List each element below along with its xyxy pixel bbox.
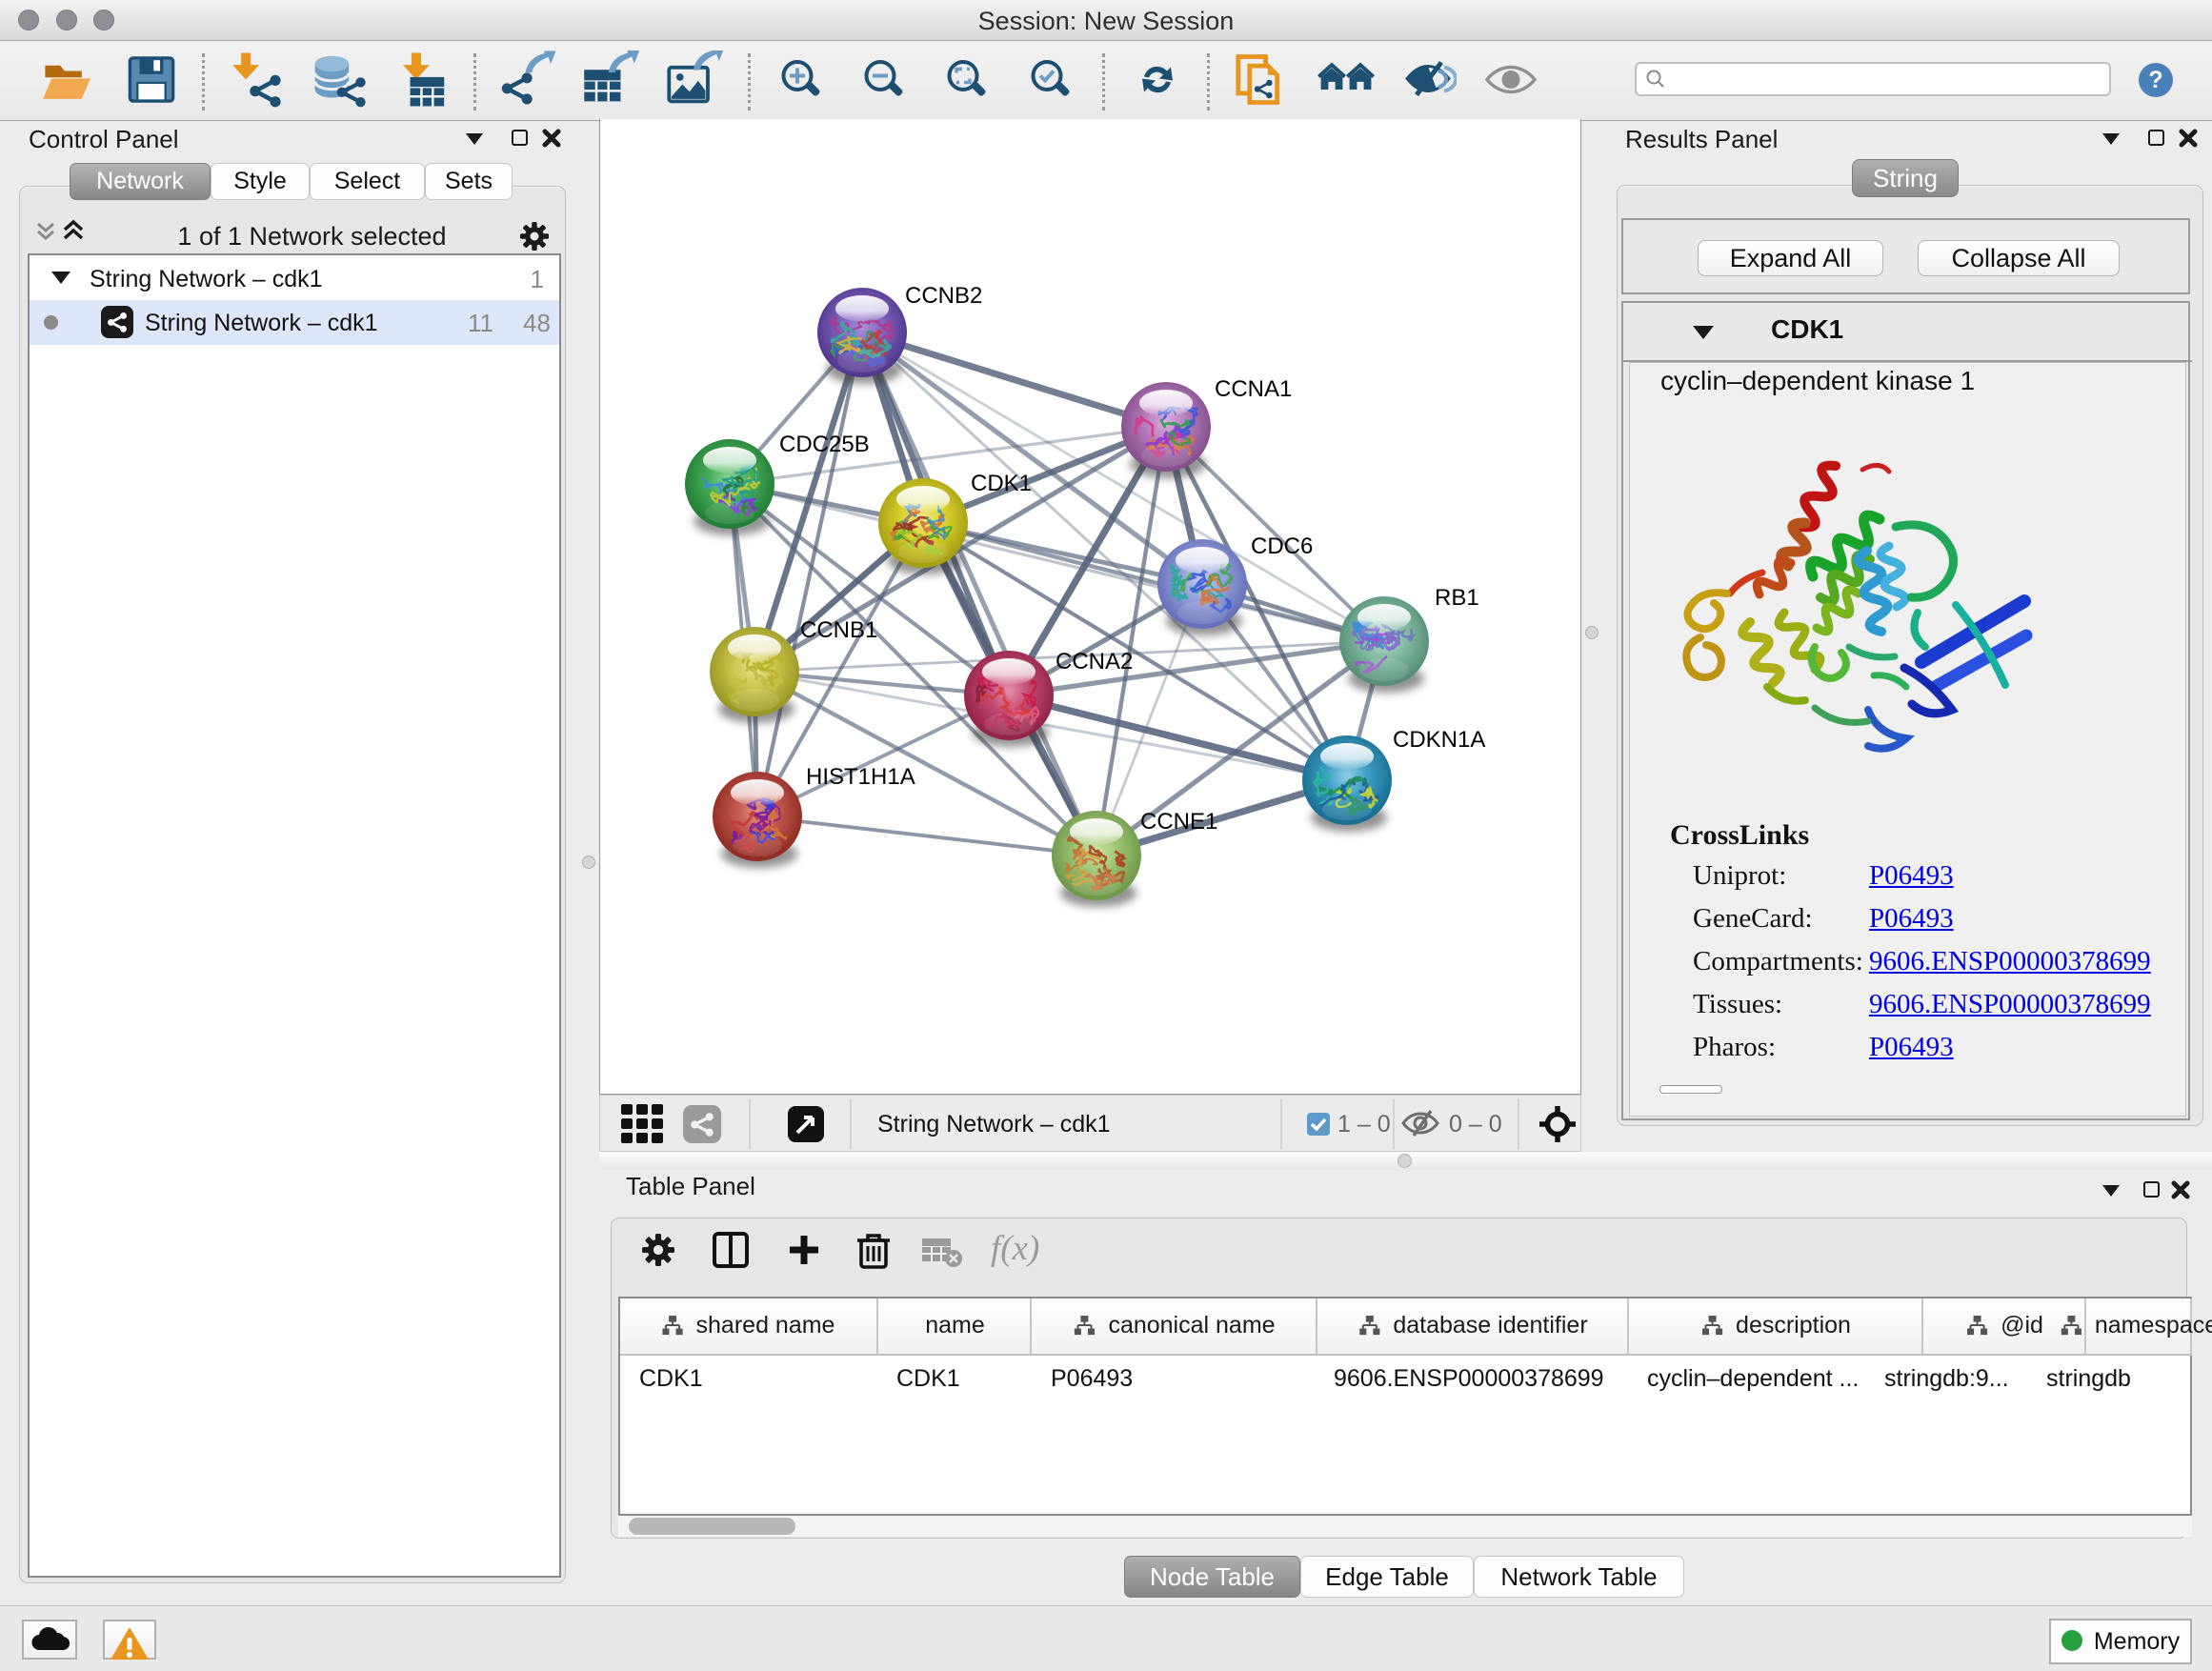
svg-text:CCNB1: CCNB1 [800,617,877,643]
svg-text:CDK1: CDK1 [971,471,1032,496]
svg-text:CDC25B: CDC25B [779,432,870,457]
svg-text:CCNE1: CCNE1 [1140,809,1217,835]
svg-text:HIST1H1A: HIST1H1A [806,764,915,790]
svg-text:CCNA2: CCNA2 [1056,649,1133,674]
svg-text:CCNB2: CCNB2 [905,283,982,309]
svg-text:?: ? [2148,67,2162,93]
svg-text:CCNA1: CCNA1 [1215,376,1292,402]
svg-text:RB1: RB1 [1435,585,1479,611]
svg-text:CDC6: CDC6 [1251,534,1313,559]
svg-text:CDKN1A: CDKN1A [1393,727,1485,753]
